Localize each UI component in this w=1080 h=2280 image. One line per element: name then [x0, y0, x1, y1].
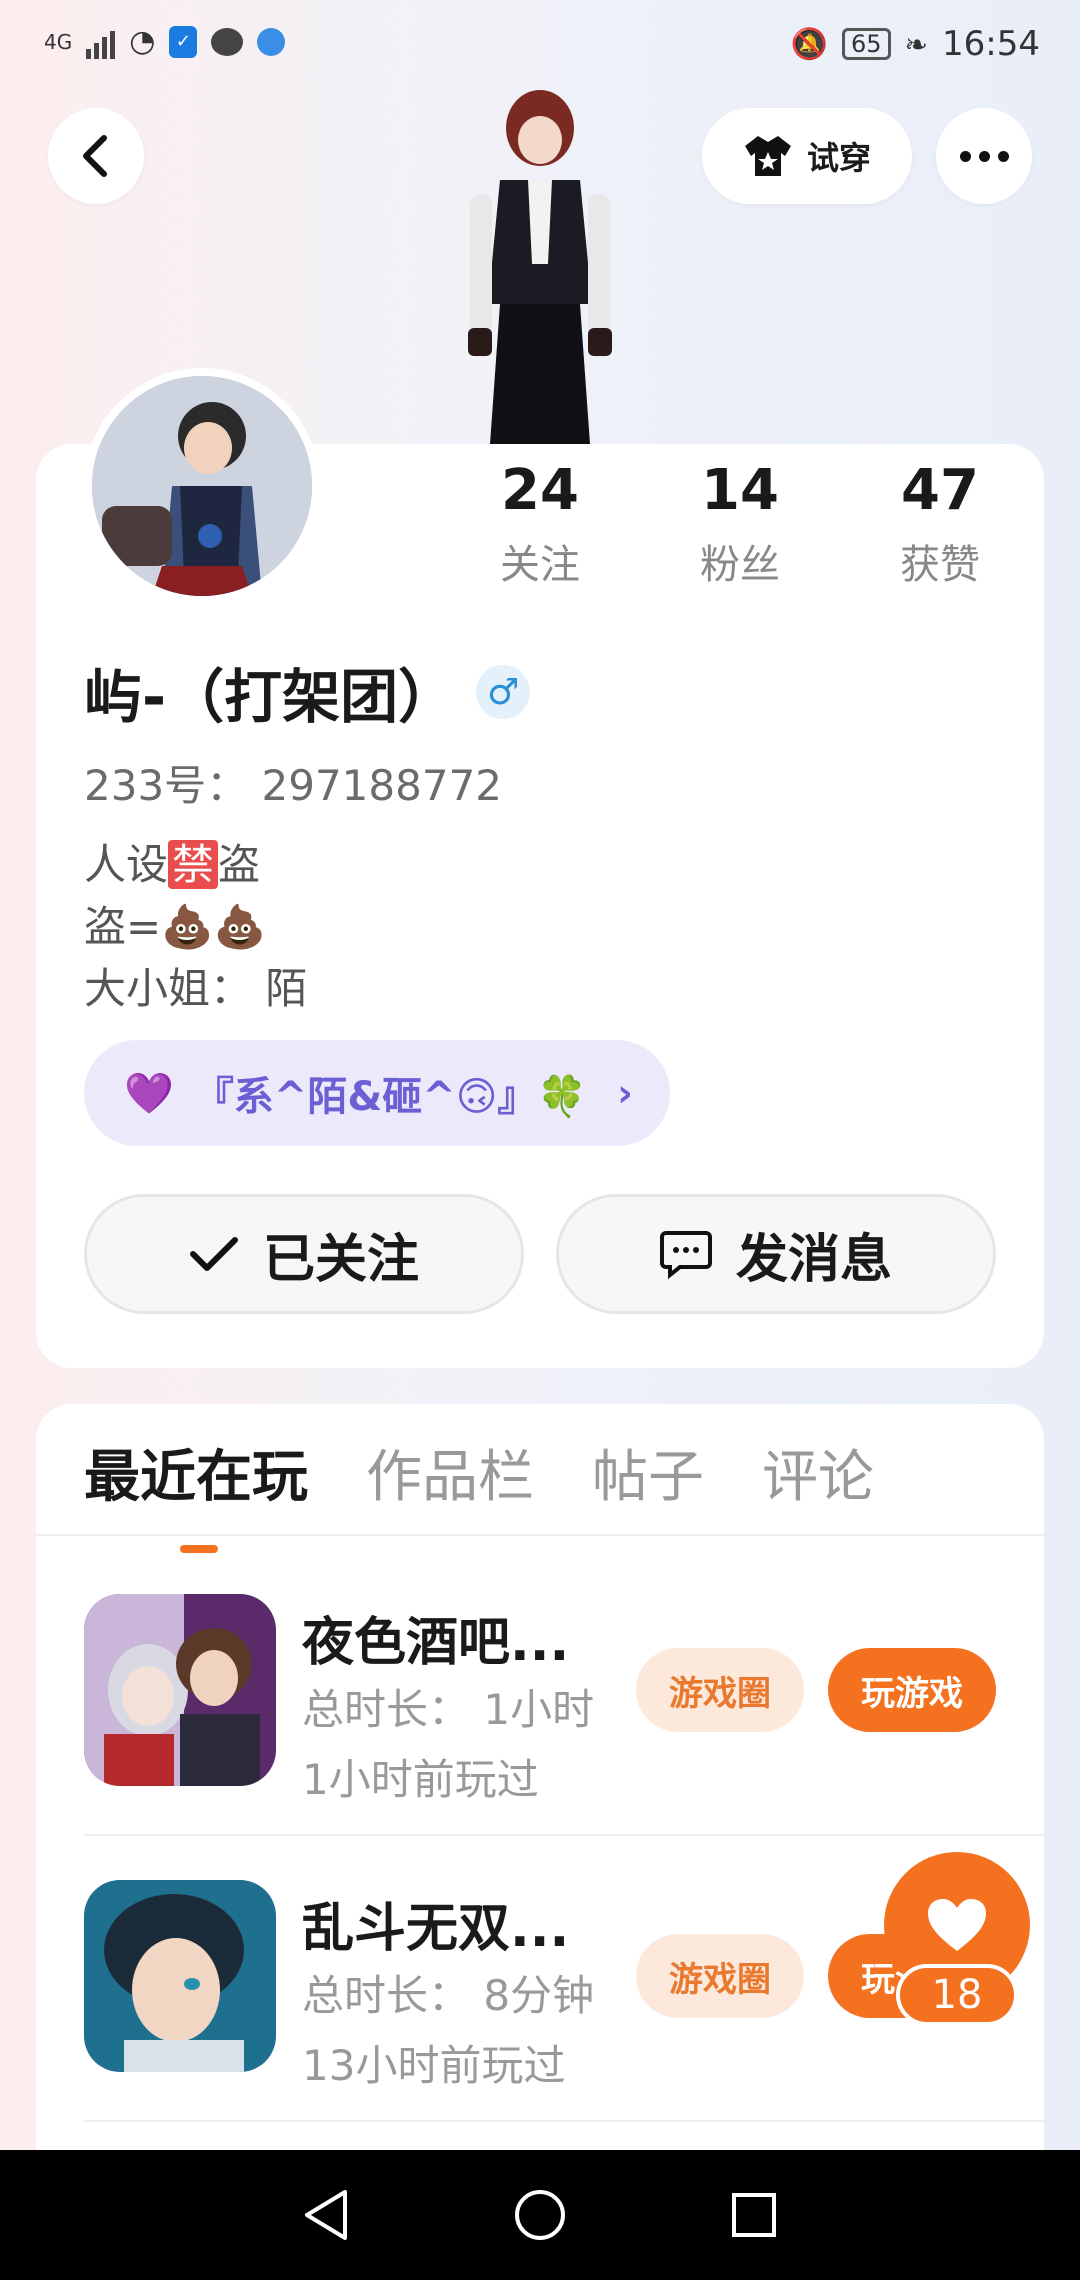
wifi-icon: ◔ [129, 24, 156, 59]
more-dots-icon [959, 150, 1009, 162]
game-row[interactable]: 夜色酒吧... 总时长： 1小时 1小时前玩过 游戏圈 玩游戏 [84, 1594, 1004, 1804]
mute-icon: 🔕 [790, 26, 828, 62]
nav-recents-icon[interactable] [729, 2190, 779, 2240]
heart-icon [928, 1899, 986, 1951]
stat-label: 粉丝 [700, 542, 780, 588]
tab-comments[interactable]: 评论 [762, 1432, 874, 1513]
shield-icon: ✓ [169, 25, 198, 58]
profile-stats: 24 关注 14 粉丝 47 获赞 [440, 456, 1040, 590]
tab-works[interactable]: 作品栏 [366, 1432, 534, 1513]
profile-bio: 人设禁盗 盗=💩💩 大小姐： 陌 [84, 834, 307, 1020]
message-icon [659, 1231, 712, 1279]
network-label: 4G [44, 29, 73, 54]
game-title: 夜色酒吧... [302, 1613, 570, 1673]
avatar[interactable] [84, 368, 320, 604]
heart-icon: 💜 [124, 1070, 174, 1117]
tabs-divider [36, 1534, 1044, 1536]
more-options-button[interactable] [936, 108, 1032, 204]
chevron-left-icon [83, 135, 107, 177]
stat-label: 获赞 [900, 542, 980, 588]
profile-name: 屿-（打架团） [84, 663, 457, 731]
stat-label: 关注 [500, 542, 580, 588]
battery-indicator: 65 [842, 28, 891, 60]
checkmark-icon [189, 1237, 238, 1271]
game-icon[interactable] [84, 1594, 276, 1786]
bio-line: 盗=💩💩 [84, 902, 266, 951]
message-label: 发消息 [735, 1229, 892, 1290]
ban-emoji: 禁 [168, 840, 219, 889]
shirt-icon [744, 136, 791, 176]
game-circle-button[interactable]: 游戏圈 [636, 1648, 804, 1732]
clock: 16:54 [942, 24, 1040, 64]
back-button[interactable] [48, 108, 144, 204]
game-duration: 总时长： 1小时 [302, 1685, 595, 1734]
try-on-button[interactable]: 试穿 [702, 108, 912, 204]
stat-followers[interactable]: 14 粉丝 [640, 456, 840, 590]
nav-back-icon[interactable] [301, 2188, 351, 2242]
play-game-button[interactable]: 玩游戏 [828, 1648, 996, 1732]
followed-button[interactable]: 已关注 [84, 1194, 524, 1314]
system-nav-bar [0, 2150, 1080, 2280]
stat-number: 24 [501, 458, 579, 523]
send-message-button[interactable]: 发消息 [556, 1194, 996, 1314]
leaf-icon: ❧ [904, 27, 929, 61]
profile-tabs: 最近在玩 作品栏 帖子 评论 [84, 1432, 874, 1553]
game-title: 乱斗无双... [302, 1899, 570, 1959]
character-figure [468, 90, 612, 444]
try-on-label: 试穿 [806, 139, 871, 177]
tab-recently-played[interactable]: 最近在玩 [84, 1432, 308, 1553]
game-last-played: 13小时前玩过 [302, 2041, 566, 2090]
game-last-played: 1小时前玩过 [302, 1755, 539, 1804]
user-id[interactable]: 233号： 297188772 [84, 752, 502, 813]
follow-label: 已关注 [262, 1229, 419, 1290]
group-tag[interactable]: 💜 『系^陌&砸^🙃』🍀 › [84, 1040, 670, 1146]
row-divider [84, 1834, 1044, 1836]
stat-number: 14 [701, 458, 779, 523]
signal-icon [86, 25, 116, 59]
status-bar: 4G ◔ ✓ 🔕 65 ❧ 16:54 [0, 0, 1080, 90]
tab-posts[interactable]: 帖子 [592, 1432, 704, 1513]
stat-following[interactable]: 24 关注 [440, 456, 640, 590]
chat-bubble-icon [211, 27, 244, 56]
avatar-image [92, 376, 312, 596]
like-count: 18 [896, 1964, 1018, 2026]
stat-number: 47 [901, 458, 979, 523]
game-icon[interactable] [84, 1880, 276, 2072]
chevron-right-icon: › [617, 1071, 633, 1115]
stat-likes[interactable]: 47 获赞 [840, 456, 1040, 590]
browser-icon [257, 27, 286, 56]
game-duration: 总时长： 8分钟 [302, 1971, 595, 2020]
male-gender-icon: ♂ [476, 665, 531, 719]
bio-line: 人设禁盗 [84, 834, 307, 896]
bio-text: 盗 [218, 840, 261, 889]
game-circle-button[interactable]: 游戏圈 [636, 1934, 804, 2018]
group-name: 『系^陌&砸^🙃』🍀 [193, 1074, 588, 1120]
bio-line: 大小姐： 陌 [84, 964, 308, 1013]
row-divider [84, 2120, 1044, 2122]
bio-text: 人设 [84, 840, 169, 889]
game-row[interactable]: 乱斗无双... 总时长： 8分钟 13小时前玩过 游戏圈 玩游戏 [84, 1880, 1004, 2090]
profile-name-row: 屿-（打架团） ♂ [84, 650, 531, 734]
nav-home-icon[interactable] [513, 2188, 567, 2242]
